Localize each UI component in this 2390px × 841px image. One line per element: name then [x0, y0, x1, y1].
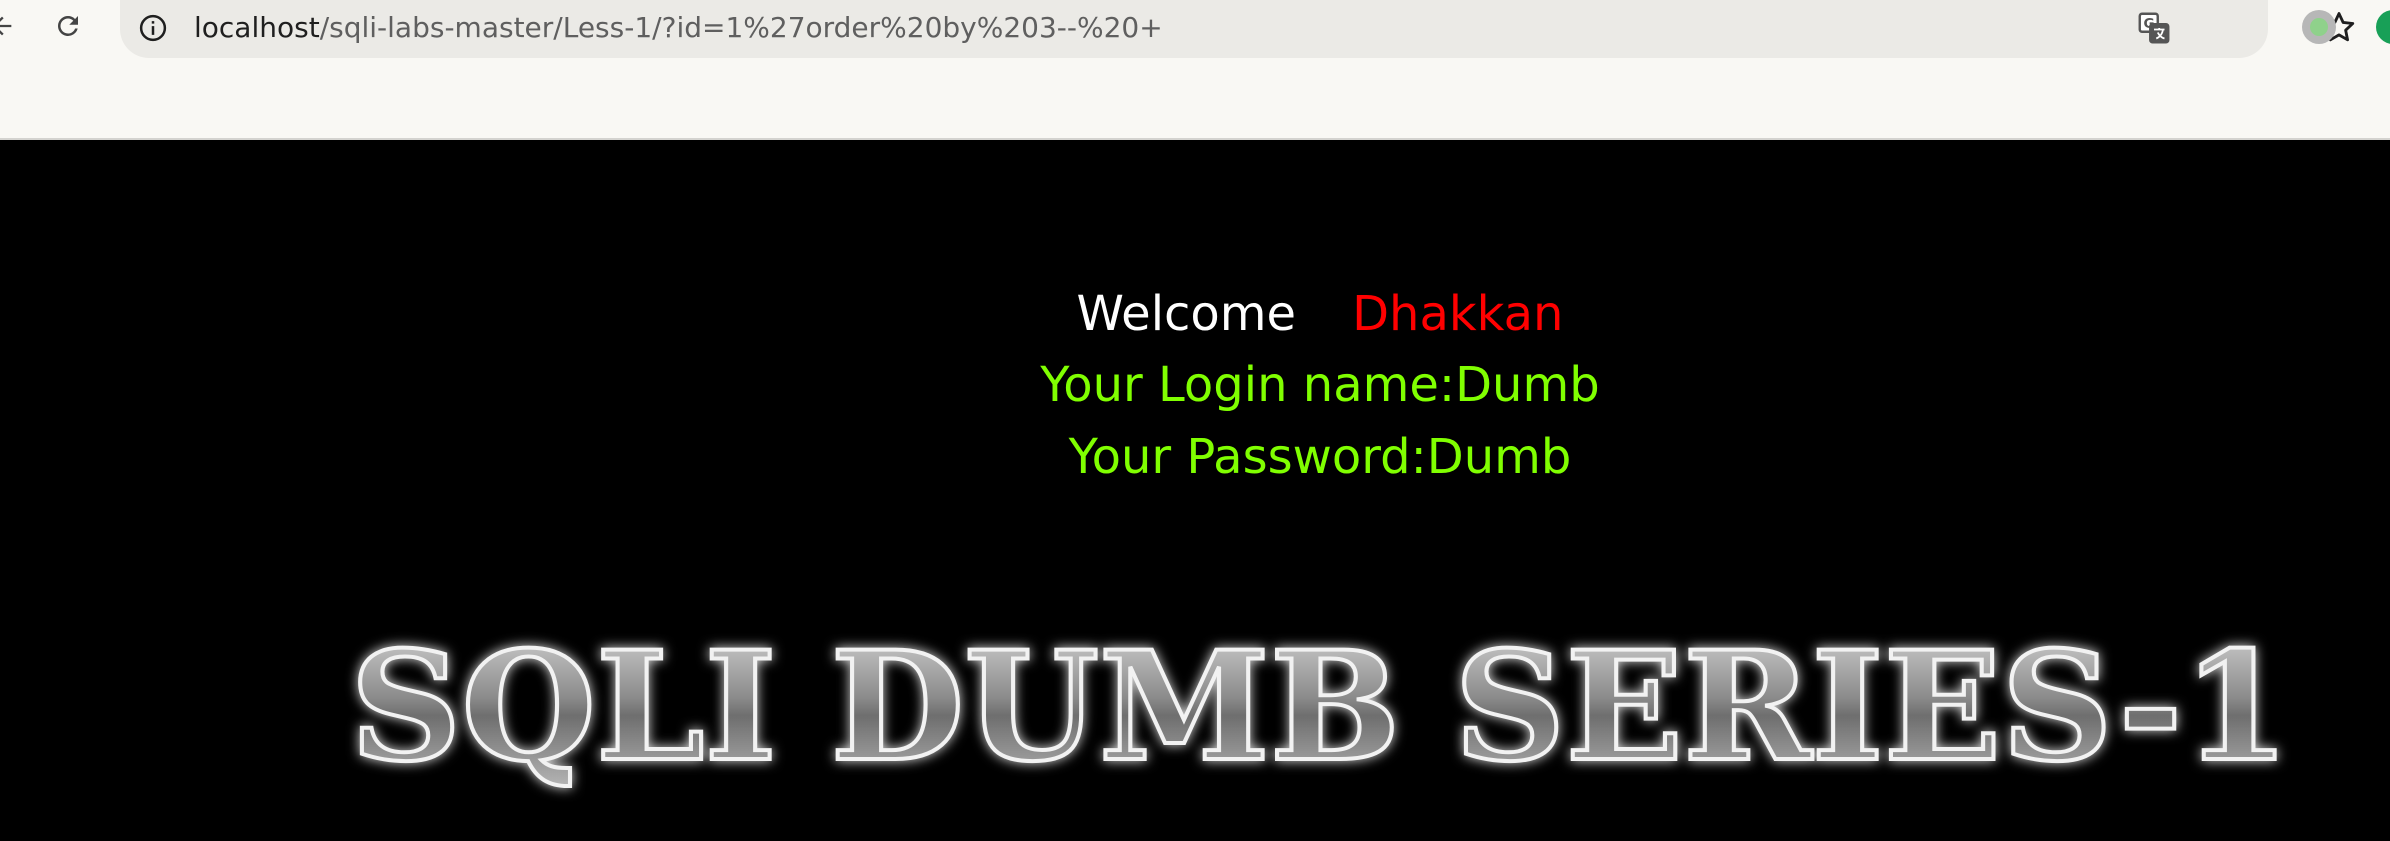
page-content: Welcome Dhakkan Your Login name:Dumb Your… — [0, 142, 2390, 841]
banner-text: SQLI DUMB SERIES-1 — [350, 624, 2290, 795]
address-bar[interactable]: localhost/sqli-labs-master/Less-1/?id=1%… — [120, 0, 2355, 58]
extension-icon[interactable] — [2376, 10, 2390, 44]
back-button[interactable] — [0, 6, 22, 46]
series-banner: SQLI DUMB SERIES-1 — [348, 624, 2292, 797]
info-icon[interactable] — [138, 13, 168, 43]
back-arrow-icon — [0, 16, 12, 36]
reload-icon — [58, 15, 78, 36]
welcome-name: Dhakkan — [1352, 286, 1564, 342]
browser-toolbar: localhost/sqli-labs-master/Less-1/?id=1%… — [0, 0, 2390, 140]
translate-icon[interactable]: G — [2136, 10, 2172, 46]
reload-button[interactable] — [48, 6, 88, 46]
welcome-word: Welcome — [1076, 286, 1297, 342]
url-path: /sqli-labs-master/Less-1/?id=1%27order%2… — [319, 11, 1163, 44]
password-line: Your Password:Dumb — [1068, 429, 1572, 485]
profile-icon[interactable] — [2302, 10, 2336, 44]
welcome-line: Welcome Dhakkan — [0, 286, 2390, 342]
login-name-line: Your Login name:Dumb — [1040, 357, 1600, 413]
url-host: localhost — [194, 11, 320, 44]
url-text[interactable]: localhost/sqli-labs-master/Less-1/?id=1%… — [194, 9, 1163, 47]
